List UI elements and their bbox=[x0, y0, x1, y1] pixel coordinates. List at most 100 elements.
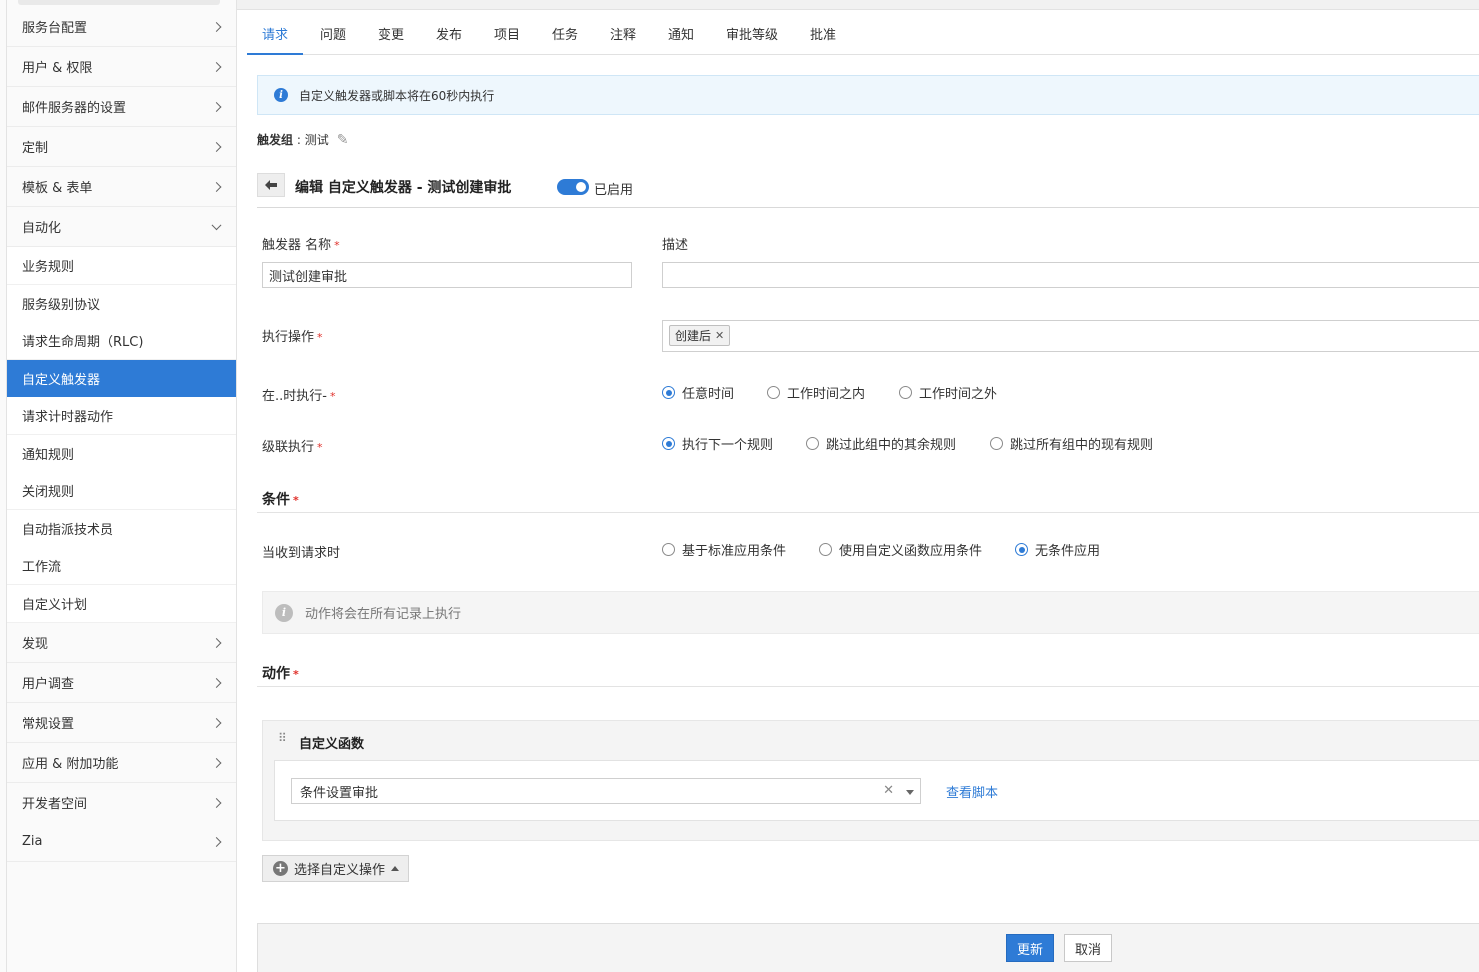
info-banner-text: 自定义触发器或脚本将在60秒内执行 bbox=[299, 88, 495, 103]
sidebar-subitem-label: 自动指派技术员 bbox=[22, 523, 114, 538]
tab-notifications[interactable]: 通知 bbox=[657, 16, 705, 55]
page-title: 编辑 自定义触发器 - 测试创建审批 bbox=[295, 180, 512, 196]
required-mark: * bbox=[317, 331, 323, 344]
sidebar-item-customization[interactable]: 定制 bbox=[7, 127, 236, 167]
tab-requests[interactable]: 请求 bbox=[247, 16, 303, 55]
sidebar-item-label: 定制 bbox=[22, 141, 49, 156]
radio-unchecked-icon bbox=[806, 437, 819, 450]
sidebar-item-templates-forms[interactable]: 模板 & 表单 bbox=[7, 167, 236, 207]
sidebar-item-label: 邮件服务器的设置 bbox=[22, 101, 127, 116]
sidebar-item-zia[interactable]: Zia bbox=[7, 822, 236, 862]
cancel-button[interactable]: 取消 bbox=[1064, 934, 1112, 962]
radio-label: 任意时间 bbox=[682, 387, 735, 402]
select-custom-action-button[interactable]: + 选择自定义操作 bbox=[262, 855, 409, 882]
enabled-toggle[interactable] bbox=[557, 179, 589, 195]
sidebar-top-handle bbox=[18, 0, 220, 5]
sidebar-subitem-notification-rules[interactable]: 通知规则 bbox=[7, 435, 236, 473]
radio-within-hours[interactable]: 工作时间之内 bbox=[767, 383, 865, 402]
radio-label: 使用自定义函数应用条件 bbox=[839, 544, 983, 559]
drag-handle-icon[interactable]: ⠿ bbox=[278, 732, 288, 744]
trigger-name-label-text: 触发器 名称 bbox=[262, 238, 332, 253]
radio-custom-function-criteria[interactable]: 使用自定义函数应用条件 bbox=[819, 540, 982, 559]
sidebar-subitem-sla[interactable]: 服务级别协议 bbox=[7, 285, 236, 323]
radio-skip-group[interactable]: 跳过此组中的其余规则 bbox=[806, 434, 956, 453]
custom-function-selected: 条件设置审批 bbox=[300, 785, 379, 801]
radio-execute-next[interactable]: 执行下一个规则 bbox=[662, 434, 773, 453]
execute-when-label: 在..时执行- * bbox=[262, 385, 335, 404]
radio-standard-criteria[interactable]: 基于标准应用条件 bbox=[662, 540, 786, 559]
chevron-right-icon bbox=[211, 181, 222, 192]
trigger-name-input[interactable]: 测试创建审批 bbox=[262, 262, 632, 288]
sidebar-subitem-label: 请求生命周期（RLC) bbox=[22, 335, 144, 350]
update-button[interactable]: 更新 bbox=[1006, 934, 1054, 962]
sidebar-subitem-custom-triggers[interactable]: 自定义触发器 bbox=[7, 360, 236, 398]
clear-icon[interactable]: ✕ bbox=[883, 783, 894, 798]
sidebar-subitem-label: 自定义触发器 bbox=[22, 373, 101, 388]
select-custom-action-label: 选择自定义操作 bbox=[294, 863, 386, 878]
radio-label: 基于标准应用条件 bbox=[682, 544, 787, 559]
action-chip-label: 创建后 bbox=[675, 329, 712, 343]
sidebar-item-developer-space[interactable]: 开发者空间 bbox=[7, 783, 236, 823]
radio-checked-icon bbox=[662, 386, 675, 399]
conditions-divider bbox=[257, 512, 1479, 513]
tab-approval-levels[interactable]: 审批等级 bbox=[719, 16, 785, 55]
sidebar-item-label: 模板 & 表单 bbox=[22, 181, 93, 196]
action-chip: 创建后 ✕ bbox=[669, 325, 731, 346]
description-label: 描述 bbox=[662, 238, 689, 253]
radio-any-time[interactable]: 任意时间 bbox=[662, 383, 734, 402]
sidebar-subitem-auto-assign[interactable]: 自动指派技术员 bbox=[7, 510, 236, 548]
header-divider bbox=[257, 207, 1479, 208]
required-mark: * bbox=[293, 494, 299, 507]
tab-problems[interactable]: 问题 bbox=[309, 16, 357, 55]
tab-tasks[interactable]: 任务 bbox=[541, 16, 589, 55]
sidebar-subitem-timer-actions[interactable]: 请求计时器动作 bbox=[7, 397, 236, 435]
radio-unchecked-icon bbox=[899, 386, 912, 399]
radio-label: 工作时间之外 bbox=[919, 387, 998, 402]
tab-releases[interactable]: 发布 bbox=[425, 16, 473, 55]
info-banner: i 自定义触发器或脚本将在60秒内执行 bbox=[257, 75, 1479, 115]
trigger-group-separator: : bbox=[293, 132, 305, 147]
module-tabs: 请求 问题 变更 发布 项目 任务 注释 通知 审批等级 批准 bbox=[247, 16, 1479, 55]
sidebar-subitem-custom-schedules[interactable]: 自定义计划 bbox=[7, 585, 236, 623]
radio-label: 跳过此组中的其余规则 bbox=[826, 438, 957, 453]
back-button[interactable] bbox=[257, 173, 285, 197]
custom-function-title: 自定义函数 bbox=[299, 737, 365, 752]
description-input[interactable] bbox=[662, 262, 1479, 288]
chevron-right-icon bbox=[211, 797, 222, 808]
sidebar-subitem-label: 请求计时器动作 bbox=[22, 410, 114, 425]
execute-when-label-text: 在..时执行- bbox=[262, 389, 327, 404]
sidebar-item-users-permissions[interactable]: 用户 & 权限 bbox=[7, 47, 236, 87]
cascade-label-text: 级联执行 bbox=[262, 440, 315, 455]
chip-remove-icon[interactable]: ✕ bbox=[715, 329, 724, 342]
edit-pencil-icon[interactable]: ✎ bbox=[337, 132, 349, 148]
view-script-link[interactable]: 查看脚本 bbox=[946, 782, 998, 801]
sidebar-subitem-business-rules[interactable]: 业务规则 bbox=[7, 247, 236, 285]
tab-changes[interactable]: 变更 bbox=[367, 16, 415, 55]
radio-outside-hours[interactable]: 工作时间之外 bbox=[899, 383, 997, 402]
actions-divider bbox=[257, 686, 1479, 687]
sidebar-item-discovery[interactable]: 发现 bbox=[7, 623, 236, 663]
plus-circle-icon: + bbox=[273, 861, 288, 876]
sidebar-item-mail-server[interactable]: 邮件服务器的设置 bbox=[7, 87, 236, 127]
radio-label: 工作时间之内 bbox=[787, 387, 866, 402]
execute-action-multiselect[interactable]: 创建后 ✕ bbox=[662, 320, 1479, 352]
sidebar-item-label: 用户 & 权限 bbox=[22, 61, 93, 76]
conditions-heading-text: 条件 bbox=[262, 492, 290, 508]
sidebar-item-apps-addons[interactable]: 应用 & 附加功能 bbox=[7, 743, 236, 783]
tab-approvals[interactable]: 批准 bbox=[799, 16, 847, 55]
sidebar-subitem-closure-rules[interactable]: 关闭规则 bbox=[7, 472, 236, 510]
sidebar-subitem-rlc[interactable]: 请求生命周期（RLC) bbox=[7, 322, 236, 360]
sidebar-subitem-workflow[interactable]: 工作流 bbox=[7, 547, 236, 585]
radio-skip-all[interactable]: 跳过所有组中的现有规则 bbox=[990, 434, 1153, 453]
tab-notes[interactable]: 注释 bbox=[599, 16, 647, 55]
cascade-label: 级联执行 * bbox=[262, 436, 323, 455]
conditions-heading: 条件 * bbox=[262, 489, 299, 509]
tab-projects[interactable]: 项目 bbox=[483, 16, 531, 55]
sidebar-item-helpdesk[interactable]: 服务台配置 bbox=[7, 7, 236, 47]
radio-no-condition[interactable]: 无条件应用 bbox=[1015, 540, 1100, 559]
sidebar-item-user-survey[interactable]: 用户调查 bbox=[7, 663, 236, 703]
sidebar-item-general-settings[interactable]: 常规设置 bbox=[7, 703, 236, 743]
sidebar-item-automation[interactable]: 自动化 bbox=[7, 207, 236, 247]
custom-function-select[interactable]: 条件设置审批 ✕ bbox=[291, 778, 921, 804]
sidebar-item-label: 常规设置 bbox=[22, 717, 75, 732]
